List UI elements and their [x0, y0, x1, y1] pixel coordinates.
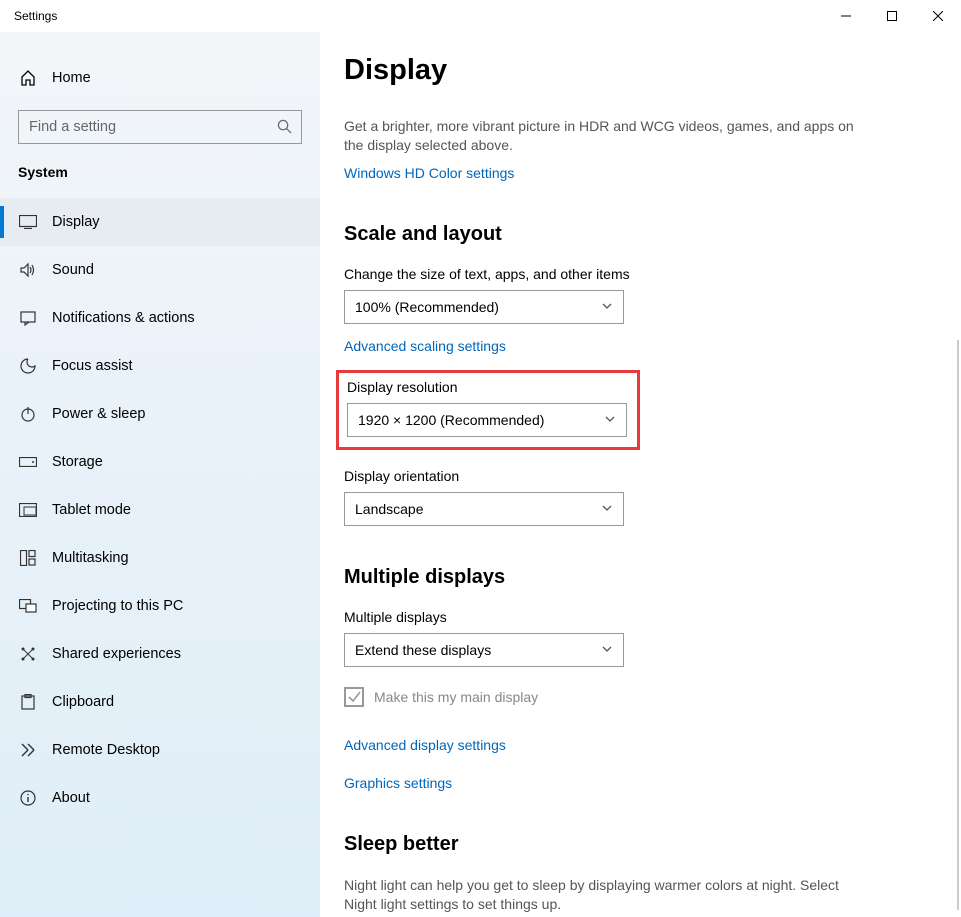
search-icon: [277, 119, 292, 139]
about-icon: [18, 790, 38, 806]
remote-desktop-icon: [18, 742, 38, 758]
sidebar-item-focus-assist[interactable]: Focus assist: [0, 342, 320, 390]
advanced-display-link[interactable]: Advanced display settings: [344, 737, 506, 753]
resolution-value: 1920 × 1200 (Recommended): [358, 412, 544, 428]
orientation-select[interactable]: Landscape: [344, 492, 624, 526]
sidebar: Home System Display Sound Notifications …: [0, 32, 320, 917]
page-title: Display: [344, 54, 921, 87]
sidebar-item-label: Storage: [52, 454, 103, 470]
category-title: System: [0, 164, 320, 198]
sidebar-item-label: Multitasking: [52, 550, 129, 566]
sidebar-item-multitasking[interactable]: Multitasking: [0, 534, 320, 582]
focus-assist-icon: [18, 358, 38, 374]
sidebar-item-label: Clipboard: [52, 694, 114, 710]
multiple-displays-label: Multiple displays: [344, 609, 921, 625]
scale-section-title: Scale and layout: [344, 223, 921, 246]
hdr-description: Get a brighter, more vibrant picture in …: [344, 117, 864, 155]
scale-value: 100% (Recommended): [355, 299, 499, 315]
sidebar-item-label: Focus assist: [52, 358, 133, 374]
titlebar: Settings: [0, 0, 961, 32]
clipboard-icon: [18, 694, 38, 710]
sidebar-item-projecting[interactable]: Projecting to this PC: [0, 582, 320, 630]
power-icon: [18, 406, 38, 422]
hd-color-link[interactable]: Windows HD Color settings: [344, 165, 514, 181]
multitasking-icon: [18, 550, 38, 566]
sidebar-item-sound[interactable]: Sound: [0, 246, 320, 294]
projecting-icon: [18, 599, 38, 613]
chevron-down-icon: [604, 412, 616, 428]
close-button[interactable]: [915, 0, 961, 32]
main-display-checkbox: Make this my main display: [344, 687, 921, 707]
sidebar-item-display[interactable]: Display: [0, 198, 320, 246]
sidebar-item-label: Sound: [52, 262, 94, 278]
main-content: Display Get a brighter, more vibrant pic…: [320, 32, 961, 917]
home-label: Home: [52, 70, 91, 86]
minimize-button[interactable]: [823, 0, 869, 32]
scrollbar[interactable]: [957, 340, 959, 910]
storage-icon: [18, 457, 38, 467]
advanced-scaling-link[interactable]: Advanced scaling settings: [344, 338, 506, 354]
window-title: Settings: [14, 9, 57, 23]
checkbox-icon: [344, 687, 364, 707]
sidebar-item-tablet-mode[interactable]: Tablet mode: [0, 486, 320, 534]
chevron-down-icon: [601, 501, 613, 517]
sidebar-item-label: Power & sleep: [52, 406, 146, 422]
chevron-down-icon: [601, 642, 613, 658]
sidebar-item-label: Remote Desktop: [52, 742, 160, 758]
resolution-label: Display resolution: [347, 379, 629, 395]
search-input[interactable]: [18, 110, 302, 144]
orientation-value: Landscape: [355, 501, 424, 517]
main-display-label: Make this my main display: [374, 689, 538, 705]
tablet-icon: [18, 503, 38, 517]
sleep-section-title: Sleep better: [344, 833, 921, 856]
notifications-icon: [18, 310, 38, 326]
shared-icon: [18, 646, 38, 662]
multiple-displays-select[interactable]: Extend these displays: [344, 633, 624, 667]
sidebar-item-shared-experiences[interactable]: Shared experiences: [0, 630, 320, 678]
chevron-down-icon: [601, 299, 613, 315]
search-wrap: [18, 110, 302, 144]
scale-select[interactable]: 100% (Recommended): [344, 290, 624, 324]
sidebar-item-clipboard[interactable]: Clipboard: [0, 678, 320, 726]
sidebar-item-notifications[interactable]: Notifications & actions: [0, 294, 320, 342]
display-icon: [18, 215, 38, 229]
orientation-label: Display orientation: [344, 468, 921, 484]
sleep-description: Night light can help you get to sleep by…: [344, 876, 864, 914]
scale-label: Change the size of text, apps, and other…: [344, 266, 921, 282]
home-icon: [18, 70, 38, 86]
sound-icon: [18, 262, 38, 278]
resolution-highlight: Display resolution 1920 × 1200 (Recommen…: [336, 370, 640, 450]
sidebar-item-power-sleep[interactable]: Power & sleep: [0, 390, 320, 438]
window-controls: [823, 0, 961, 32]
sidebar-item-about[interactable]: About: [0, 774, 320, 822]
sidebar-item-label: Notifications & actions: [52, 310, 195, 326]
sidebar-item-label: Display: [52, 214, 100, 230]
sidebar-item-label: About: [52, 790, 90, 806]
multiple-displays-value: Extend these displays: [355, 642, 491, 658]
sidebar-item-label: Tablet mode: [52, 502, 131, 518]
sidebar-item-label: Shared experiences: [52, 646, 181, 662]
graphics-settings-link[interactable]: Graphics settings: [344, 775, 452, 791]
resolution-select[interactable]: 1920 × 1200 (Recommended): [347, 403, 627, 437]
sidebar-item-label: Projecting to this PC: [52, 598, 183, 614]
maximize-button[interactable]: [869, 0, 915, 32]
multiple-displays-section-title: Multiple displays: [344, 566, 921, 589]
sidebar-item-remote-desktop[interactable]: Remote Desktop: [0, 726, 320, 774]
home-button[interactable]: Home: [0, 60, 320, 96]
sidebar-item-storage[interactable]: Storage: [0, 438, 320, 486]
